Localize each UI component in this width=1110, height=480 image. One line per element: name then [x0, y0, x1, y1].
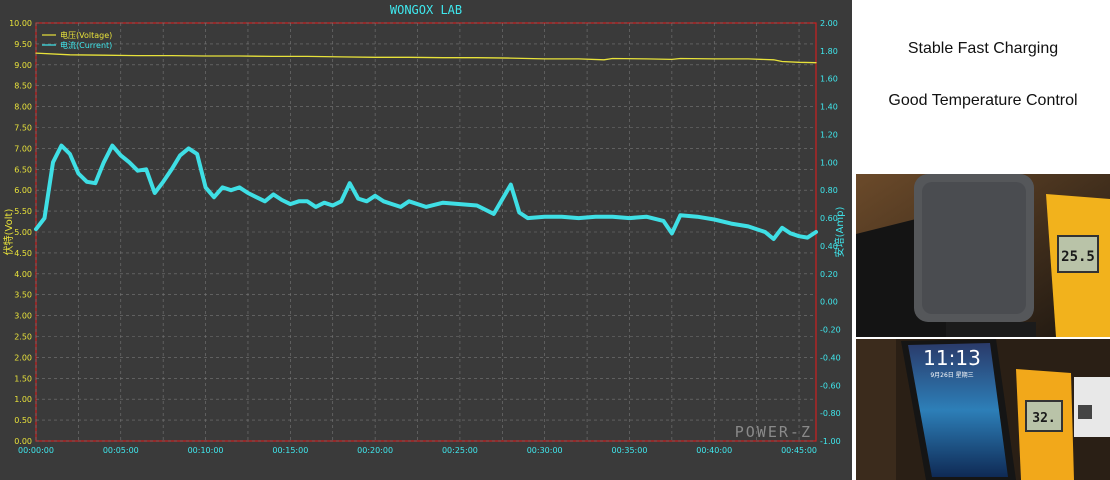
x-tick-label: 00:25:00: [442, 446, 478, 455]
left-axis-label: 伏特(Volt): [2, 209, 15, 256]
chart-title: WONGOX LAB: [390, 3, 462, 17]
x-axis-ticks: 00:00:00 00:05:00 00:10:00 00:15:00 00:20:00…: [18, 446, 817, 455]
x-tick-label: 00:35:00: [612, 446, 648, 455]
left-tick-label: 2.00: [14, 353, 32, 362]
left-tick-label: 7.00: [14, 144, 32, 153]
left-tick-label: 4.50: [14, 249, 32, 258]
feature-text-panel: Stable Fast Charging Good Temperature Co…: [856, 0, 1110, 172]
legend-label-voltage: 电压(Voltage): [60, 30, 112, 40]
right-axis-label: 安培(Amp): [833, 207, 846, 258]
right-tick-label: 0.80: [820, 186, 838, 195]
right-tick-label: 1.60: [820, 75, 838, 84]
left-tick-label: 6.50: [14, 165, 32, 174]
left-tick-label: 5.00: [14, 228, 32, 237]
right-tick-label: 1.00: [820, 158, 838, 167]
right-tick-label: -0.80: [820, 409, 841, 418]
watermark: POWER-Z: [735, 423, 812, 441]
left-tick-label: 1.00: [14, 395, 32, 404]
right-tick-label: 0.20: [820, 270, 838, 279]
left-tick-label: 5.50: [14, 207, 32, 216]
photo-charger-thermometer: 25.5: [856, 174, 1110, 337]
left-tick-label: 3.50: [14, 291, 32, 300]
left-tick-label: 3.00: [14, 312, 32, 321]
charging-chart-panel: 0.00 0.50 1.00 1.50 2.00 2.50 3.00 3.50 4.00 4.50…: [0, 0, 852, 480]
current-series-line: [34, 143, 818, 241]
right-tick-label: 1.80: [820, 47, 838, 56]
phone-time: 11:13: [923, 346, 981, 370]
feature-line-2: Good Temperature Control: [888, 92, 1078, 109]
x-tick-label: 00:00:00: [18, 446, 54, 455]
voltage-series-line: [35, 52, 817, 64]
right-tick-label: 0.00: [820, 298, 838, 307]
left-tick-label: 9.00: [14, 61, 32, 70]
left-tick-label: 8.50: [14, 82, 32, 91]
left-tick-label: 10.00: [9, 19, 32, 28]
legend-label-current: 电流(Current): [60, 40, 112, 50]
right-tick-label: -0.20: [820, 326, 841, 335]
left-tick-label: 7.50: [14, 124, 32, 133]
x-tick-label: 00:10:00: [188, 446, 224, 455]
left-tick-label: 6.00: [14, 186, 32, 195]
right-tick-label: 1.20: [820, 130, 838, 139]
photo-phone-thermometer: 11:13 9月26日 星期三 32.: [856, 339, 1110, 480]
photo-top-illustration: 25.5: [856, 174, 1110, 337]
right-tick-label: -0.60: [820, 381, 841, 390]
x-tick-label: 00:15:00: [272, 446, 308, 455]
left-tick-label: 9.50: [14, 40, 32, 49]
phone-date: 9月26日 星期三: [930, 371, 973, 379]
x-tick-label: 00:30:00: [527, 446, 563, 455]
feature-line-1: Stable Fast Charging: [907, 40, 1059, 57]
left-tick-label: 8.00: [14, 103, 32, 112]
right-tick-label: 1.40: [820, 103, 838, 112]
left-tick-label: 0.50: [14, 416, 32, 425]
grid: [35, 22, 816, 442]
right-tick-label: -0.40: [820, 353, 841, 362]
bottom-thermometer-reading: 32.: [1032, 411, 1055, 426]
photo-bottom-illustration: 11:13 9月26日 星期三 32.: [856, 339, 1110, 480]
x-tick-label: 00:40:00: [696, 446, 732, 455]
left-tick-label: 2.50: [14, 333, 32, 342]
right-tick-label: -1.00: [820, 437, 841, 446]
charging-chart: 0.00 0.50 1.00 1.50 2.00 2.50 3.00 3.50 4.00 4.50…: [2, 3, 846, 455]
x-tick-label: 00:45:00: [781, 446, 817, 455]
x-tick-label: 00:20:00: [357, 446, 393, 455]
top-thermometer-reading: 25.5: [1061, 249, 1095, 265]
left-tick-label: 0.00: [14, 437, 32, 446]
left-tick-label: 1.50: [14, 374, 32, 383]
left-tick-label: 4.00: [14, 270, 32, 279]
right-tick-label: 2.00: [820, 19, 838, 28]
x-tick-label: 00:05:00: [103, 446, 139, 455]
